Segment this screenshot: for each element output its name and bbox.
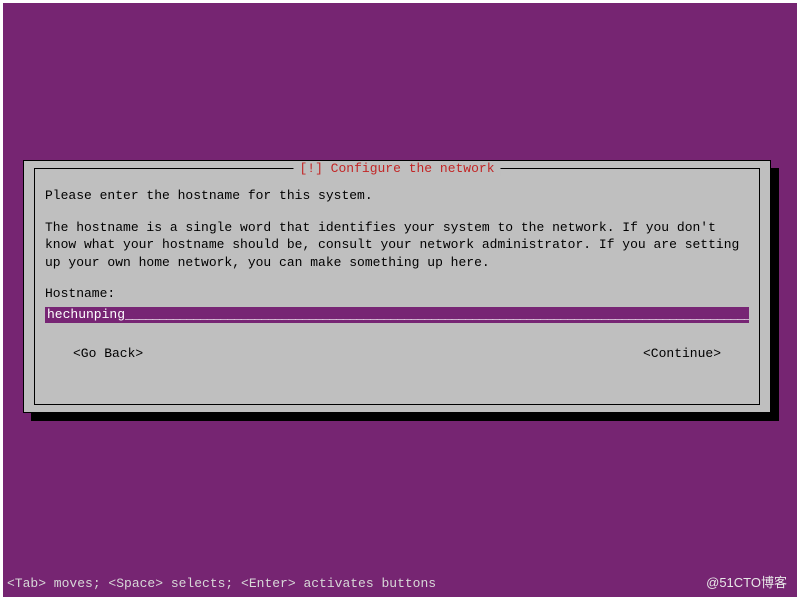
help-text: The hostname is a single word that ident… [45, 219, 749, 272]
installer-desktop: [!] Configure the network Please enter t… [3, 3, 797, 597]
dialog-frame: [!] Configure the network Please enter t… [34, 168, 760, 405]
watermark: @51CTO博客 [706, 572, 787, 591]
dialog-title: [!] Configure the network [293, 161, 500, 176]
instruction-text: Please enter the hostname for this syste… [45, 187, 749, 205]
config-network-dialog: [!] Configure the network Please enter t… [23, 160, 771, 413]
dialog-content: Please enter the hostname for this syste… [35, 169, 759, 372]
status-bar: <Tab> moves; <Space> selects; <Enter> ac… [7, 576, 436, 591]
go-back-button[interactable]: <Go Back> [73, 345, 143, 363]
hostname-value: hechunping [47, 307, 125, 322]
button-row: <Go Back> <Continue> [45, 345, 749, 363]
hostname-label: Hostname: [45, 285, 749, 303]
hostname-input[interactable]: hechunping______________________________… [45, 307, 749, 323]
continue-button[interactable]: <Continue> [643, 345, 721, 363]
input-underline: ________________________________________… [125, 307, 749, 322]
